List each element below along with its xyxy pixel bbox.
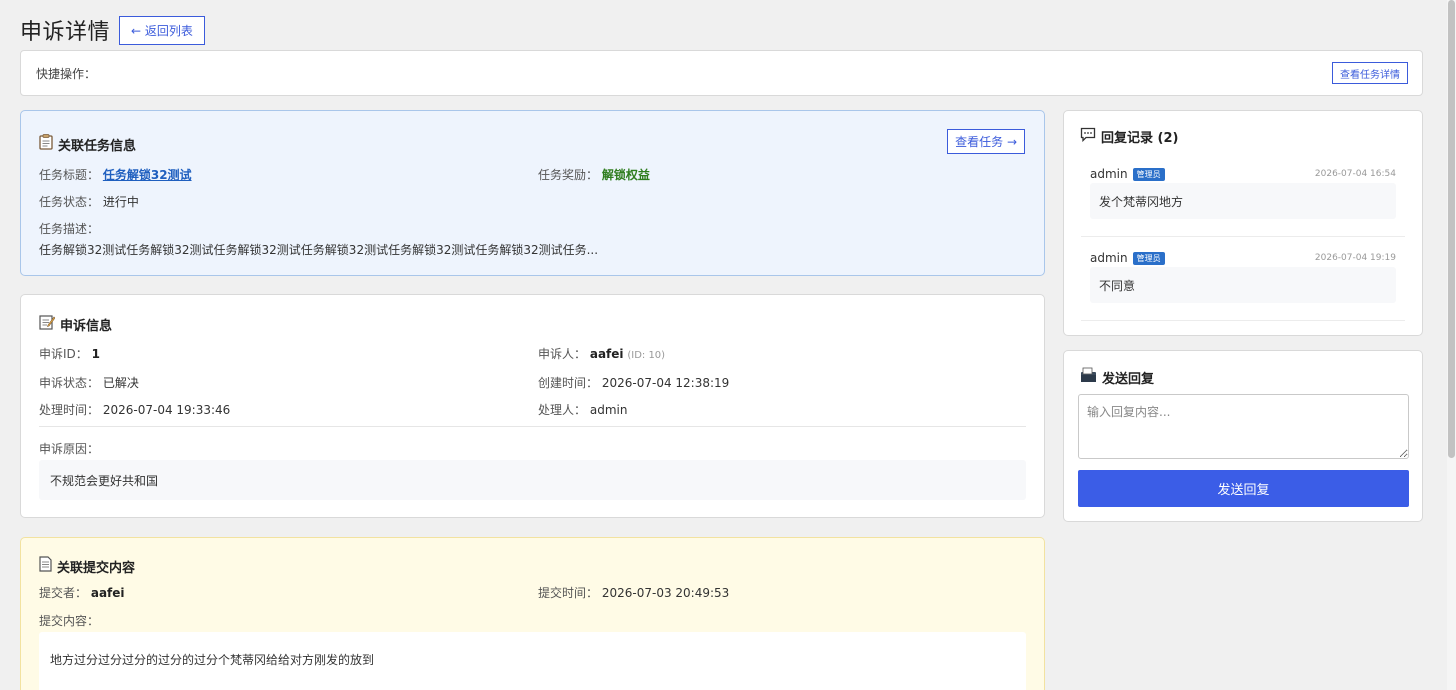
document-icon bbox=[39, 556, 52, 576]
submitter-value: aafei bbox=[90, 586, 125, 600]
submitter-label: 提交者： bbox=[39, 586, 88, 600]
appeal-status-value: 已解决 bbox=[102, 376, 139, 390]
handler-value: admin bbox=[589, 403, 628, 417]
submit-time-value: 2026-07-03 20:49:53 bbox=[601, 586, 730, 600]
mailbox-icon bbox=[1080, 367, 1097, 387]
view-task-button[interactable]: 查看任务 → bbox=[947, 129, 1025, 154]
page-header: 申诉详情 ← 返回列表 bbox=[20, 14, 205, 46]
reply-header: admin 管理员 2026-07-04 16:54 bbox=[1090, 167, 1396, 181]
reply-text: 发个梵蒂冈地方 bbox=[1090, 183, 1396, 219]
appeal-divider bbox=[39, 426, 1026, 427]
submit-time-field: 提交时间： 2026-07-03 20:49:53 bbox=[538, 584, 729, 601]
memo-icon bbox=[39, 314, 56, 334]
reply-user: admin 管理员 bbox=[1090, 251, 1165, 265]
admin-badge: 管理员 bbox=[1132, 167, 1165, 181]
handled-time-value: 2026-07-04 19:33:46 bbox=[102, 403, 231, 417]
appeal-info-title: 申诉信息 bbox=[39, 314, 112, 334]
appeal-info-card: 申诉信息 申诉ID： 1 申诉人： aafei (ID: 10) 申诉状态： 已… bbox=[20, 294, 1045, 518]
task-reward-value: 解锁权益 bbox=[601, 168, 650, 182]
reply-divider bbox=[1081, 236, 1405, 237]
page-title: 申诉详情 bbox=[20, 20, 111, 45]
reply-item: admin 管理员 2026-07-04 16:54 发个梵蒂冈地方 bbox=[1081, 167, 1405, 237]
appeal-status-label: 申诉状态： bbox=[39, 376, 100, 390]
handled-time-field: 处理时间： 2026-07-04 19:33:46 bbox=[39, 401, 230, 418]
clipboard-icon bbox=[39, 134, 53, 154]
appeal-status-field: 申诉状态： 已解决 bbox=[39, 374, 139, 391]
submitter-field: 提交者： aafei bbox=[39, 584, 125, 601]
reply-header: admin 管理员 2026-07-04 19:19 bbox=[1090, 251, 1396, 265]
created-time-field: 创建时间： 2026-07-04 12:38:19 bbox=[538, 374, 729, 391]
submit-content-box: 地方过分过分过分的过分的过分个梵蒂冈给给对方刚发的放到 bbox=[39, 632, 1026, 690]
related-submission-title-text: 关联提交内容 bbox=[57, 560, 136, 576]
send-reply-title-text: 发送回复 bbox=[1102, 371, 1155, 387]
task-status-label: 任务状态： bbox=[39, 195, 100, 209]
appeal-id-label: 申诉ID： bbox=[39, 347, 88, 361]
appellant-label: 申诉人： bbox=[538, 347, 587, 361]
reply-user: admin 管理员 bbox=[1090, 167, 1165, 181]
task-reward-field: 任务奖励： 解锁权益 bbox=[538, 166, 650, 183]
appeal-reason-box: 不规范会更好共和国 bbox=[39, 460, 1026, 500]
back-to-list-button[interactable]: ← 返回列表 bbox=[119, 15, 205, 45]
reply-time: 2026-07-04 19:19 bbox=[1314, 253, 1396, 263]
task-title-label: 任务标题： bbox=[39, 168, 100, 182]
view-task-detail-button[interactable]: 查看任务详情 bbox=[1332, 62, 1408, 84]
reply-item: admin 管理员 2026-07-04 19:19 不同意 bbox=[1081, 251, 1405, 321]
appellant-value: aafei bbox=[589, 347, 624, 361]
reply-textarea[interactable] bbox=[1078, 394, 1409, 459]
submit-time-label: 提交时间： bbox=[538, 586, 599, 600]
reply-time: 2026-07-04 16:54 bbox=[1314, 169, 1396, 179]
quick-actions-bar: 快捷操作： 查看任务详情 bbox=[20, 50, 1423, 96]
handler-field: 处理人： admin bbox=[538, 401, 627, 418]
quick-actions-label: 快捷操作： bbox=[36, 66, 97, 81]
task-desc-value: 任务解锁32测试任务解锁32测试任务解锁32测试任务解锁32测试任务解锁32测试… bbox=[39, 243, 599, 257]
reply-divider bbox=[1081, 320, 1405, 321]
task-title-field: 任务标题： 任务解锁32测试 bbox=[39, 166, 192, 183]
task-status-field: 任务状态： 进行中 bbox=[39, 193, 139, 210]
reply-records-card: 回复记录 (2) admin 管理员 2026-07-04 16:54 发个梵蒂… bbox=[1063, 110, 1423, 336]
related-submission-title: 关联提交内容 bbox=[39, 556, 135, 576]
reply-text: 不同意 bbox=[1090, 267, 1396, 303]
submit-content-label: 提交内容： bbox=[39, 614, 100, 628]
send-reply-button[interactable]: 发送回复 bbox=[1078, 470, 1409, 507]
appeal-id-field: 申诉ID： 1 bbox=[39, 345, 100, 362]
appellant-id: (ID: 10) bbox=[627, 350, 666, 361]
reply-records-title: 回复记录 (2) bbox=[1080, 127, 1178, 146]
chat-bubble-icon bbox=[1080, 127, 1096, 146]
related-submission-card: 关联提交内容 提交者： aafei 提交时间： 2026-07-03 20:49… bbox=[20, 537, 1045, 690]
page-scrollbar[interactable] bbox=[1447, 0, 1456, 690]
appeal-reason-label: 申诉原因： bbox=[39, 442, 100, 456]
handled-time-label: 处理时间： bbox=[39, 403, 100, 417]
handler-label: 处理人： bbox=[538, 403, 587, 417]
appellant-field: 申诉人： aafei (ID: 10) bbox=[538, 345, 665, 362]
created-time-label: 创建时间： bbox=[538, 376, 599, 390]
scrollbar-thumb[interactable] bbox=[1448, 0, 1455, 458]
related-task-title: 关联任务信息 bbox=[39, 134, 136, 154]
reply-user-name: admin bbox=[1090, 251, 1128, 265]
task-status-value: 进行中 bbox=[102, 195, 139, 209]
reply-user-name: admin bbox=[1090, 167, 1128, 181]
send-reply-title: 发送回复 bbox=[1080, 367, 1154, 387]
task-desc-label: 任务描述： bbox=[39, 222, 100, 236]
send-reply-card: 发送回复 发送回复 bbox=[1063, 350, 1423, 522]
appeal-info-title-text: 申诉信息 bbox=[60, 318, 113, 334]
related-task-title-text: 关联任务信息 bbox=[58, 138, 137, 154]
appeal-id-value: 1 bbox=[91, 347, 100, 361]
reply-records-title-text: 回复记录 (2) bbox=[1101, 131, 1179, 146]
task-reward-label: 任务奖励： bbox=[538, 168, 599, 182]
related-task-card: 关联任务信息 查看任务 → 任务标题： 任务解锁32测试 任务奖励： 解锁权益 … bbox=[20, 110, 1045, 276]
task-title-link[interactable]: 任务解锁32测试 bbox=[103, 168, 192, 182]
created-time-value: 2026-07-04 12:38:19 bbox=[601, 376, 730, 390]
admin-badge: 管理员 bbox=[1132, 251, 1165, 265]
